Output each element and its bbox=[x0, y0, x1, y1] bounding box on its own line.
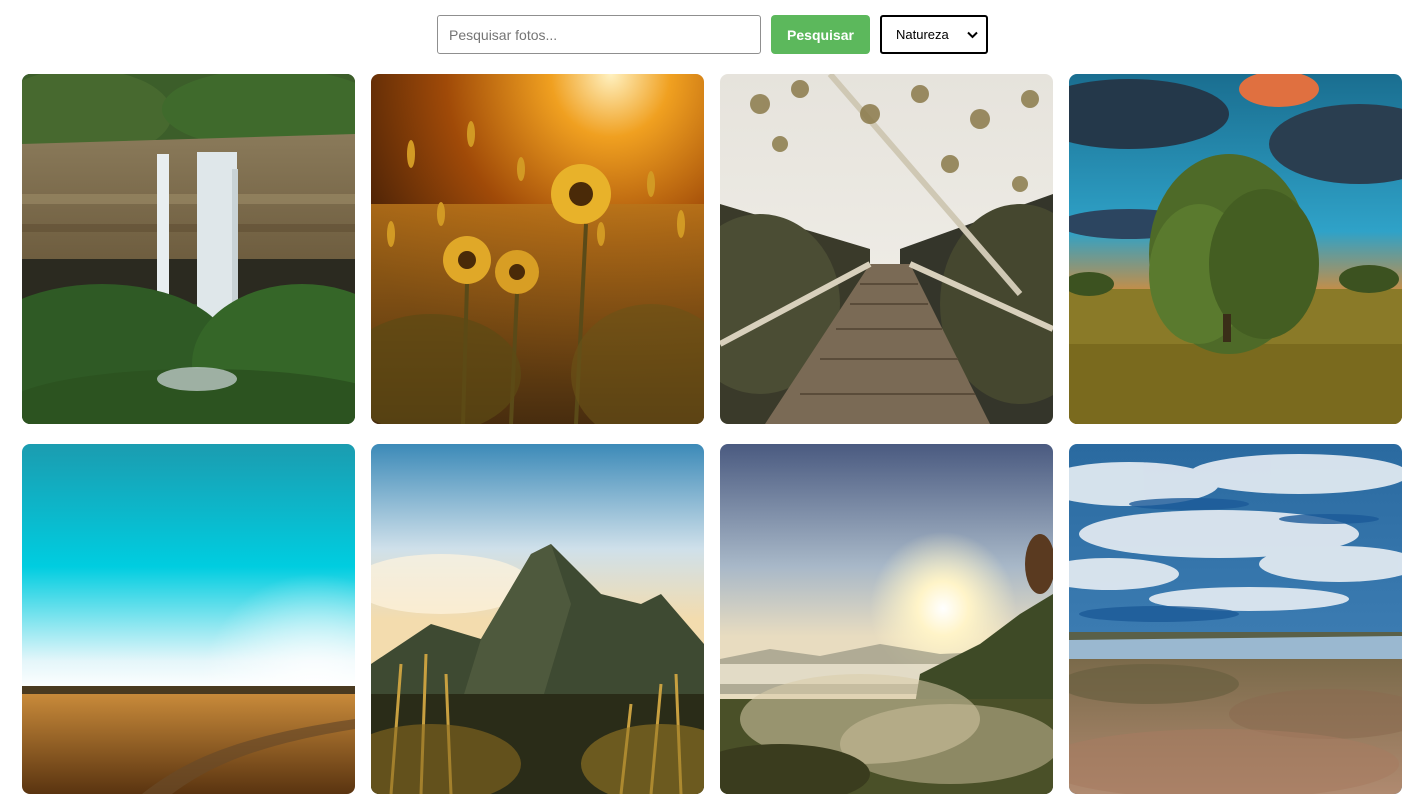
photo-wooden-path[interactable] bbox=[720, 74, 1053, 424]
photo-sunrise-valley[interactable] bbox=[720, 444, 1053, 794]
search-bar: Pesquisar Natureza bbox=[437, 15, 988, 54]
lake-clouds-image bbox=[1069, 444, 1402, 794]
photo-sky-field[interactable] bbox=[22, 444, 355, 794]
photo-gallery bbox=[22, 74, 1403, 794]
photo-sunflowers[interactable] bbox=[371, 74, 704, 424]
wooden-path-image bbox=[720, 74, 1053, 424]
search-input[interactable] bbox=[437, 15, 761, 54]
sunrise-valley-image bbox=[720, 444, 1053, 794]
waterfall-image bbox=[22, 74, 355, 424]
category-selected-label: Natureza bbox=[896, 27, 949, 42]
sky-field-image bbox=[22, 444, 355, 794]
mountain-image bbox=[371, 444, 704, 794]
photo-waterfall[interactable] bbox=[22, 74, 355, 424]
photo-lake-clouds[interactable] bbox=[1069, 444, 1402, 794]
tree-image bbox=[1069, 74, 1402, 424]
sunflowers-image bbox=[371, 74, 704, 424]
photo-mountain[interactable] bbox=[371, 444, 704, 794]
photo-tree[interactable] bbox=[1069, 74, 1402, 424]
chevron-down-icon bbox=[967, 31, 978, 38]
search-button[interactable]: Pesquisar bbox=[771, 15, 870, 54]
category-select[interactable]: Natureza bbox=[880, 15, 988, 54]
